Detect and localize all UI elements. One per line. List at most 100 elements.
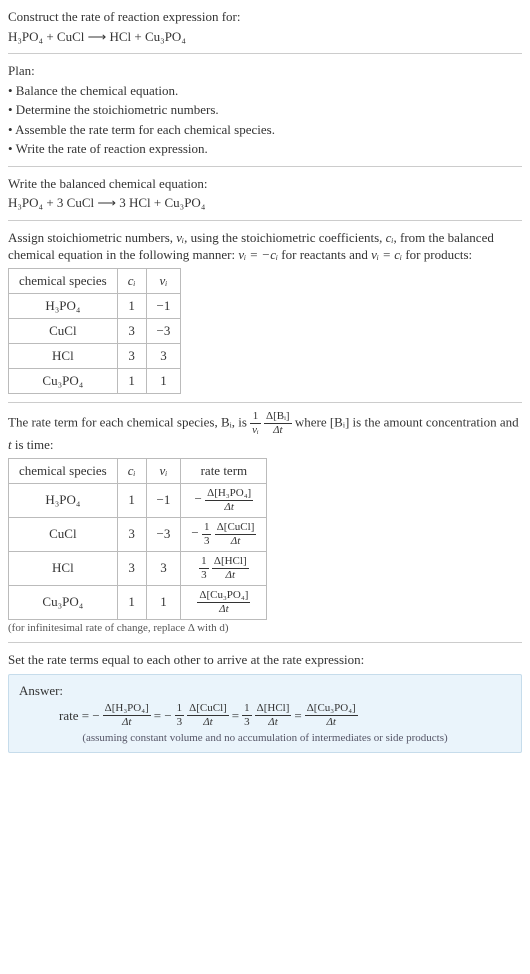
denominator: Δt [197, 603, 250, 615]
numerator: Δ[HCl] [255, 703, 292, 716]
cell-species: Cu₃PO₄ [9, 369, 118, 394]
stoichiometry-table: chemical species cᵢ νᵢ H₃PO₄ 1 −1 CuCl 3… [8, 268, 181, 394]
cell-species: HCl [9, 344, 118, 369]
answer-expression: rate = − Δ[H₃PO₄] Δt = − 1 3 Δ[CuCl] Δt … [19, 703, 511, 728]
table-footnote: (for infinitesimal rate of change, repla… [8, 622, 522, 634]
text: where [Bᵢ] is the amount concentration a… [295, 415, 519, 430]
table-row: H₃PO₄ 1 −1 [9, 294, 181, 319]
denominator: Δt [255, 716, 292, 728]
numerator: Δ[Bᵢ] [264, 411, 292, 424]
numerator: Δ[Cu₃PO₄] [197, 590, 250, 603]
intro-title: Construct the rate of reaction expressio… [8, 8, 522, 26]
cell-species: HCl [9, 551, 118, 585]
table-header-row: chemical species cᵢ νᵢ rate term [9, 458, 267, 483]
cell-species: Cu₃PO₄ [9, 585, 118, 619]
table-header-row: chemical species cᵢ νᵢ [9, 269, 181, 294]
cell-species: CuCl [9, 517, 118, 551]
equals: = [232, 708, 239, 724]
lead: rate = − [59, 708, 100, 724]
denominator: Δt [187, 716, 229, 728]
cell-ci: 1 [117, 369, 146, 394]
coef-fraction: 1 3 [202, 522, 212, 547]
divider [8, 166, 522, 167]
cell-ci: 3 [117, 517, 146, 551]
table-row: Cu₃PO₄ 1 1 Δ[Cu₃PO₄] Δt [9, 585, 267, 619]
equals: = − [154, 708, 172, 724]
sign: − [191, 525, 198, 540]
sign: − [195, 491, 202, 506]
cell-vi: 1 [146, 369, 181, 394]
denominator: Δt [103, 716, 151, 728]
cell-vi: −1 [146, 294, 181, 319]
cell-species: H₃PO₄ [9, 294, 118, 319]
answer-box: Answer: rate = − Δ[H₃PO₄] Δt = − 1 3 Δ[C… [8, 674, 522, 753]
cell-ci: 1 [117, 294, 146, 319]
numerator: 1 [202, 522, 212, 535]
numerator: Δ[CuCl] [215, 522, 257, 535]
numerator: 1 [250, 411, 261, 424]
set-equal-text: Set the rate terms equal to each other t… [8, 651, 522, 669]
relation-react: νᵢ = −cᵢ [238, 247, 278, 262]
cell-vi: 3 [146, 344, 181, 369]
balanced-heading: Write the balanced chemical equation: [8, 175, 522, 193]
plan-item: • Determine the stoichiometric numbers. [8, 101, 522, 119]
fraction: Δ[CuCl] Δt [187, 703, 229, 728]
denominator: νᵢ [250, 424, 261, 436]
cell-rate-term: − 1 3 Δ[CuCl] Δt [181, 517, 267, 551]
table-row: H₃PO₄ 1 −1 − Δ[H₃PO₄] Δt [9, 483, 267, 517]
fraction: Δ[HCl] Δt [255, 703, 292, 728]
text: for products: [402, 247, 472, 262]
answer-heading: Answer: [19, 683, 511, 699]
denominator: 3 [242, 716, 252, 728]
text: Assign stoichiometric numbers, [8, 230, 176, 245]
cell-vi: −3 [146, 517, 181, 551]
numerator: Δ[CuCl] [187, 703, 229, 716]
coef-fraction: 1 3 [175, 703, 185, 728]
coef-fraction: 1 3 [242, 703, 252, 728]
fraction: Δ[Cu₃PO₄] Δt [305, 703, 358, 728]
denominator: 3 [175, 716, 185, 728]
text: for reactants and [278, 247, 371, 262]
denominator: Δt [205, 501, 253, 513]
plan-item: • Balance the chemical equation. [8, 82, 522, 100]
divider [8, 402, 522, 403]
cell-ci: 3 [117, 344, 146, 369]
cell-species: H₃PO₄ [9, 483, 118, 517]
numerator: 1 [199, 556, 209, 569]
denominator: Δt [215, 535, 257, 547]
table-row: CuCl 3 −3 [9, 319, 181, 344]
table-row: HCl 3 3 [9, 344, 181, 369]
cell-vi: 3 [146, 551, 181, 585]
cell-ci: 3 [117, 551, 146, 585]
table-row: CuCl 3 −3 − 1 3 Δ[CuCl] Δt [9, 517, 267, 551]
denominator: 3 [202, 535, 212, 547]
cell-vi: −1 [146, 483, 181, 517]
col-vi: νᵢ [146, 269, 181, 294]
fraction: Δ[H₃PO₄] Δt [103, 703, 151, 728]
fraction: Δ[Bᵢ] Δt [264, 411, 292, 436]
numerator: Δ[H₃PO₄] [205, 488, 253, 501]
intro-equation: H₃PO₄ + CuCl ⟶ HCl + Cu₃PO₄ [8, 28, 522, 46]
plan-item: • Assemble the rate term for each chemic… [8, 121, 522, 139]
assign-text: Assign stoichiometric numbers, νᵢ, using… [8, 229, 522, 264]
cell-ci: 1 [117, 585, 146, 619]
cell-rate-term: − Δ[H₃PO₄] Δt [181, 483, 267, 517]
nu-i: νᵢ [176, 230, 184, 245]
text: is time: [12, 437, 54, 452]
col-vi: νᵢ [146, 458, 181, 483]
fraction: 1 νᵢ [250, 411, 261, 436]
col-species: chemical species [9, 458, 118, 483]
cell-rate-term: 1 3 Δ[HCl] Δt [181, 551, 267, 585]
rate-term-def: The rate term for each chemical species,… [8, 411, 522, 454]
rate-term-table: chemical species cᵢ νᵢ rate term H₃PO₄ 1… [8, 458, 267, 620]
fraction: Δ[CuCl] Δt [215, 522, 257, 547]
cell-rate-term: Δ[Cu₃PO₄] Δt [181, 585, 267, 619]
fraction: Δ[HCl] Δt [212, 556, 249, 581]
denominator: Δt [305, 716, 358, 728]
fraction: Δ[Cu₃PO₄] Δt [197, 590, 250, 615]
equals: = [294, 708, 301, 724]
divider [8, 220, 522, 221]
table-row: Cu₃PO₄ 1 1 [9, 369, 181, 394]
numerator: Δ[HCl] [212, 556, 249, 569]
table-row: HCl 3 3 1 3 Δ[HCl] Δt [9, 551, 267, 585]
